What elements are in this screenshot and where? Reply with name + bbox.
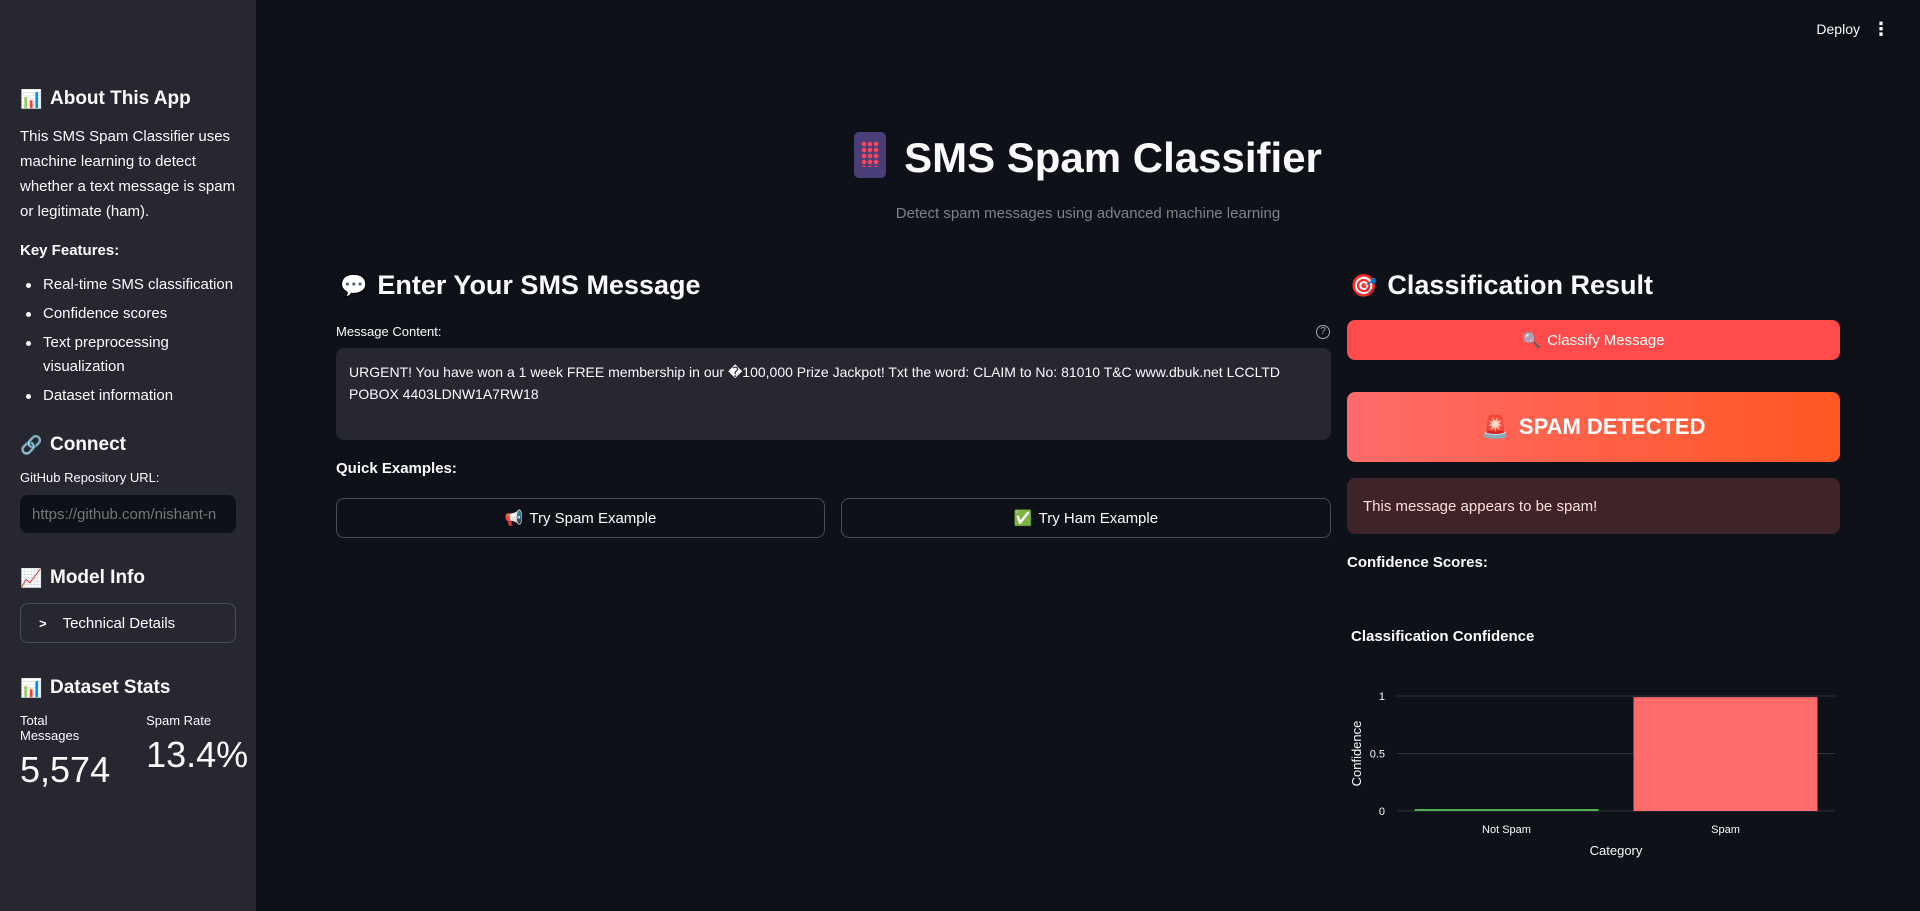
dataset-heading: 📊 Dataset Stats bbox=[20, 677, 171, 698]
y-tick-label: 0 bbox=[1379, 806, 1385, 818]
calculator-icon bbox=[854, 132, 887, 178]
y-axis-title: Confidence bbox=[1349, 721, 1364, 787]
sidebar: 📊 About This App This SMS Spam Classifie… bbox=[0, 0, 256, 911]
help-icon[interactable]: ? bbox=[1316, 325, 1330, 339]
deploy-button[interactable]: Deploy bbox=[1816, 21, 1860, 37]
list-item: Text preprocessing visualization bbox=[20, 331, 180, 379]
classify-message-button[interactable]: 🔍 Classify Message bbox=[1347, 320, 1840, 360]
try-spam-example-button[interactable]: 📢 Try Spam Example bbox=[336, 498, 825, 538]
confidence-heading: Confidence Scores: bbox=[1347, 554, 1488, 571]
y-tick-label: 1 bbox=[1379, 691, 1385, 703]
megaphone-icon: 📢 bbox=[504, 510, 524, 527]
check-icon: ✅ bbox=[1013, 510, 1033, 527]
total-messages-metric: Total Messages 5,574 bbox=[20, 713, 111, 790]
input-section-heading: 💬 Enter Your SMS Message bbox=[340, 270, 701, 300]
x-tick-label: Not Spam bbox=[1482, 824, 1531, 836]
dataset-metrics: Total Messages 5,574 Spam Rate 13.4% bbox=[20, 713, 248, 791]
features-list: Real-time SMS classification Confidence … bbox=[20, 273, 236, 408]
bar-chart-icon: 📊 bbox=[20, 677, 43, 698]
chart-title: Classification Confidence bbox=[1351, 628, 1535, 645]
model-heading: 📈 Model Info bbox=[20, 567, 145, 588]
target-icon: 🎯 bbox=[1350, 272, 1378, 298]
connect-heading: 🔗 Connect bbox=[20, 434, 126, 455]
list-item: Real-time SMS classification bbox=[20, 273, 236, 297]
verdict-banner: 🚨 SPAM DETECTED bbox=[1347, 392, 1840, 462]
chart-svg: 0 0.5 1 Not Spam Spam Category Confidence bbox=[1349, 691, 1835, 858]
result-section-heading: 🎯 Classification Result bbox=[1350, 270, 1653, 300]
message-input[interactable]: URGENT! You have won a 1 week FREE membe… bbox=[336, 348, 1331, 440]
chart-bar bbox=[1414, 809, 1599, 811]
technical-details-expander[interactable]: > Technical Details bbox=[20, 603, 236, 643]
spam-alert: This message appears to be spam! bbox=[1347, 478, 1840, 534]
link-icon: 🔗 bbox=[20, 434, 43, 455]
chart-bar bbox=[1633, 697, 1818, 811]
about-description: This SMS Spam Classifier uses machine le… bbox=[20, 128, 236, 220]
quick-examples-heading: Quick Examples: bbox=[336, 460, 457, 477]
about-heading: 📊 About This App bbox=[20, 88, 191, 109]
confidence-chart: Classification Confidence 0 0.5 1 Not Spam S… bbox=[1347, 618, 1840, 863]
features-heading: Key Features: bbox=[20, 242, 120, 259]
y-tick-label: 0.5 bbox=[1370, 749, 1385, 761]
list-item: Dataset information bbox=[20, 384, 236, 408]
spam-rate-metric: Spam Rate 13.4% bbox=[146, 713, 249, 775]
trend-chart-icon: 📈 bbox=[20, 567, 43, 588]
list-item: Confidence scores bbox=[20, 302, 236, 326]
repo-label: GitHub Repository URL: bbox=[20, 470, 160, 485]
bar-chart-icon: 📊 bbox=[20, 88, 43, 109]
speech-bubble-icon: 💬 bbox=[340, 272, 368, 298]
x-axis-title: Category bbox=[1590, 843, 1643, 858]
chevron-right-icon: > bbox=[39, 615, 47, 631]
message-label: Message Content: bbox=[336, 324, 442, 339]
repo-url-input[interactable] bbox=[20, 495, 236, 533]
page-subtitle: Detect spam messages using advanced mach… bbox=[895, 205, 1281, 222]
page-title: SMS Spam Classifier bbox=[256, 132, 1920, 182]
siren-icon: 🚨 bbox=[1481, 414, 1509, 439]
try-ham-example-button[interactable]: ✅ Try Ham Example bbox=[841, 498, 1331, 538]
x-tick-label: Spam bbox=[1711, 824, 1740, 836]
more-menu-icon[interactable]: ⋮ bbox=[1872, 19, 1890, 39]
magnifier-icon: 🔍 bbox=[1522, 332, 1542, 349]
